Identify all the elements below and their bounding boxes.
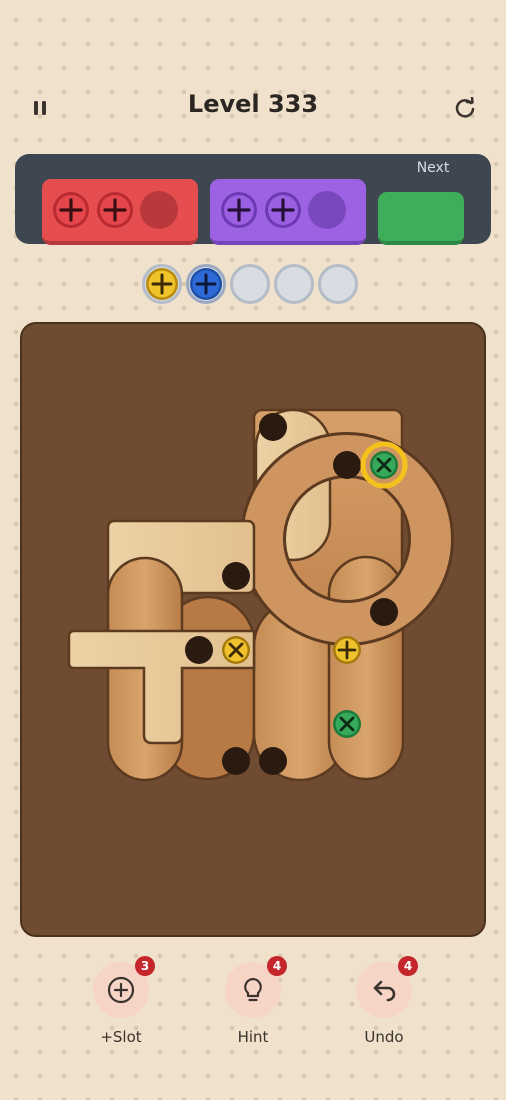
screw-box-tray: Next [15, 154, 491, 245]
lightbulb-icon [244, 977, 262, 1002]
hint-icon-circle: 4 [225, 956, 287, 1018]
undo-count-badge: 4 [398, 956, 418, 976]
red-screw-box [42, 179, 198, 245]
red-screw [96, 191, 134, 229]
yellow-screw [222, 636, 250, 664]
red-screw [52, 191, 90, 229]
plus-circle-icon [107, 976, 135, 1004]
add-slot-button[interactable]: 3 +Slot [76, 956, 166, 1046]
holding-slot-empty[interactable] [230, 264, 270, 304]
slot-count-badge: 3 [135, 956, 155, 976]
holding-slot-yellow-screw[interactable] [142, 264, 182, 304]
game-board [20, 322, 486, 937]
holding-slot-empty[interactable] [274, 264, 314, 304]
green-screw [370, 451, 398, 479]
wood-pieces[interactable] [22, 324, 484, 935]
add-slot-label: +Slot [100, 1028, 142, 1046]
yellow-screw [333, 636, 361, 664]
holding-slots [142, 264, 358, 304]
holding-slot-empty[interactable] [318, 264, 358, 304]
red-empty-slot [140, 191, 178, 229]
purple-empty-slot [308, 191, 346, 229]
restart-icon [455, 97, 475, 118]
undo-button[interactable]: 4 Undo [339, 956, 429, 1046]
next-label: Next [416, 160, 450, 176]
level-title: Level 333 [187, 90, 319, 118]
holding-slot-blue-screw[interactable] [186, 264, 226, 304]
hint-count-badge: 4 [267, 956, 287, 976]
add-slot-icon-circle: 3 [93, 956, 155, 1018]
undo-icon [373, 980, 396, 1002]
green-screw [333, 710, 361, 738]
purple-screw [220, 191, 258, 229]
green-next-box [378, 192, 464, 245]
undo-icon-circle: 4 [356, 956, 418, 1018]
purple-screw [264, 191, 302, 229]
undo-label: Undo [364, 1028, 404, 1046]
hint-label: Hint [237, 1028, 269, 1046]
purple-screw-box [210, 179, 366, 245]
restart-button[interactable] [447, 90, 483, 126]
hint-button[interactable]: 4 Hint [208, 956, 298, 1046]
